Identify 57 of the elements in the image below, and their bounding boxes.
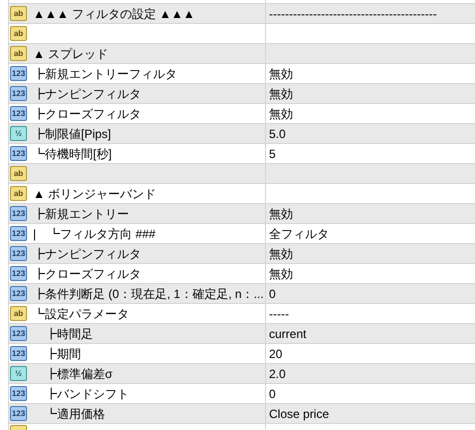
type-icon: 123 [10, 246, 27, 261]
parameter-value[interactable]: 0 [269, 288, 276, 300]
parameter-name: ┣新規エントリーフィルタ [33, 68, 177, 80]
parameter-value[interactable]: 全フィルタ [269, 228, 329, 240]
type-icon: ab [10, 186, 27, 201]
parameter-name: ┗適用価格 [44, 408, 105, 420]
parameter-name: ┣クローズフィルタ [33, 108, 141, 120]
parameter-name: ┣制限値[Pips] [33, 128, 112, 140]
parameter-value[interactable]: 20 [269, 348, 282, 360]
parameter-name: ┣バンドシフト [44, 388, 129, 400]
parameter-value[interactable]: 5.0 [269, 128, 286, 140]
type-icon: 123 [10, 86, 27, 101]
type-icon: 123 [10, 266, 27, 281]
parameter-name: ┣クローズフィルタ [33, 268, 141, 280]
type-icon: 123 [10, 386, 27, 401]
type-icon: 123 [10, 346, 27, 361]
type-icon: 123 [10, 106, 27, 121]
type-icon: ½ [10, 126, 27, 141]
parameter-value[interactable]: 0 [269, 388, 276, 400]
parameter-name: ┗設定パラメータ [33, 308, 129, 320]
type-icon: 123 [10, 286, 27, 301]
parameter-value[interactable]: Close price [269, 408, 330, 420]
type-icon: ab [10, 306, 27, 321]
parameter-name: ▲ ボリンジャーバンド [33, 188, 156, 200]
parameter-value[interactable]: current [269, 328, 306, 340]
type-icon: 123 [10, 226, 27, 241]
parameter-name: | ┗フィルタ方向 ### [33, 228, 156, 240]
parameter-value[interactable]: ----- [269, 308, 289, 320]
parameter-name: ▲▲▲ フィルタの設定 ▲▲▲ [33, 8, 195, 20]
type-icon: 123 [10, 326, 27, 341]
parameter-name: ┣標準偏差σ [44, 368, 112, 380]
parameter-value[interactable]: 無効 [269, 208, 293, 220]
parameter-value[interactable]: 5 [269, 148, 276, 160]
parameter-name: ┣新規エントリー [33, 208, 129, 220]
parameter-value[interactable]: 無効 [269, 68, 293, 80]
parameter-value[interactable]: 無効 [269, 88, 293, 100]
type-icon: 123 [10, 146, 27, 161]
type-icon: ab [10, 26, 27, 41]
parameter-name: ┣時間足 [44, 328, 93, 340]
parameter-name: ┗待機時間[秒] [33, 148, 112, 160]
type-icon: 123 [10, 406, 27, 421]
type-icon: ab [10, 166, 27, 181]
parameter-value[interactable]: 無効 [269, 268, 293, 280]
parameter-name: ┣期間 [44, 348, 81, 360]
parameter-value[interactable]: 無効 [269, 108, 293, 120]
parameter-name: ┣ナンピンフィルタ [33, 88, 141, 100]
parameter-name: ┣条件判断足 (0：現在足, 1：確定足, n：... [33, 288, 264, 300]
type-icon: 123 [10, 66, 27, 81]
type-icon: 123 [10, 206, 27, 221]
type-icon: ab [10, 46, 27, 61]
parameter-name: ┣ナンピンフィルタ [33, 248, 141, 260]
type-icon: ab [10, 6, 27, 21]
type-icon: ½ [10, 366, 27, 381]
parameter-value[interactable]: 2.0 [269, 368, 286, 380]
parameter-name: ▲ スプレッド [33, 48, 108, 60]
parameter-value[interactable]: 無効 [269, 248, 293, 260]
parameter-value[interactable]: ------------------------------------------ [269, 8, 437, 20]
